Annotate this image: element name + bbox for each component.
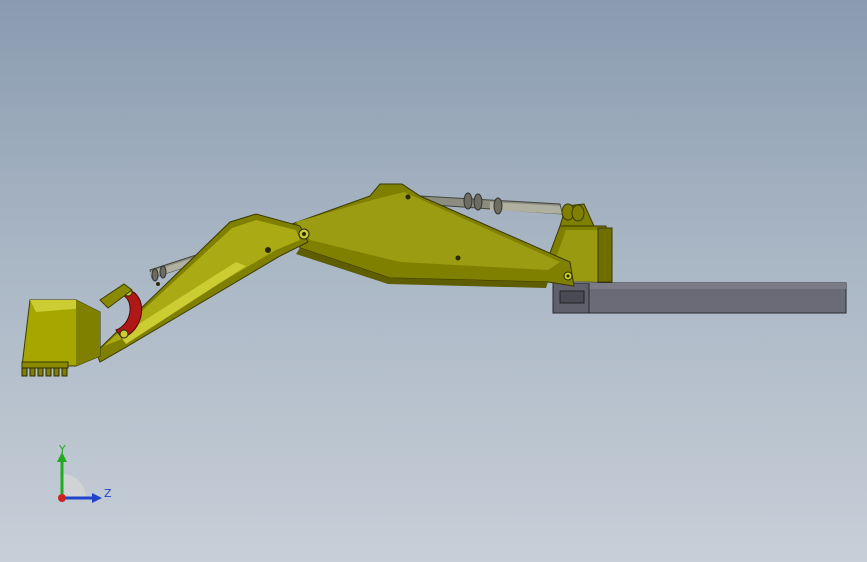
z-axis-label: Z xyxy=(104,487,112,500)
bucket[interactable] xyxy=(21,299,101,377)
graphics-viewport[interactable]: Y Z xyxy=(0,0,867,562)
triad-graphic: Y Z xyxy=(57,443,112,503)
z-axis-arrowhead xyxy=(92,493,102,503)
x-axis-dot xyxy=(58,494,66,502)
y-axis-label: Y xyxy=(58,443,66,456)
bucket-teeth xyxy=(21,367,68,377)
orientation-triad[interactable]: Y Z xyxy=(48,440,118,510)
base-beam[interactable] xyxy=(552,282,847,314)
triad-plane-icon xyxy=(62,474,86,498)
excavator-model[interactable] xyxy=(0,0,867,562)
